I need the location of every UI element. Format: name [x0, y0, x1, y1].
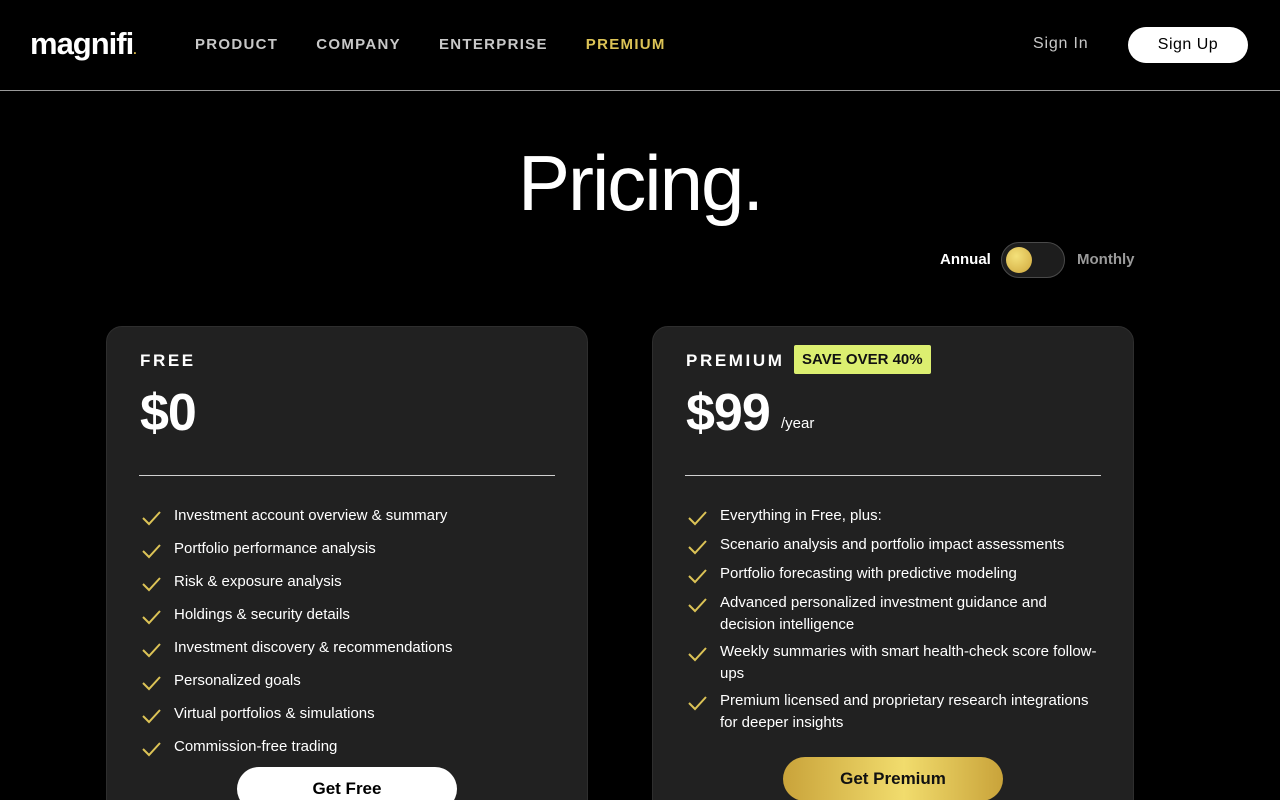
feature-item: Holdings & security details — [140, 604, 560, 628]
get-free-button[interactable]: Get Free — [237, 767, 457, 800]
feature-item: Everything in Free, plus: — [686, 505, 1106, 529]
checkmark-icon — [688, 647, 707, 662]
nav-product[interactable]: PRODUCT — [195, 36, 278, 53]
nav-premium[interactable]: PREMIUM — [586, 36, 666, 53]
checkmark-icon — [142, 709, 161, 724]
magnifi-logo[interactable]: magnifi. — [30, 26, 137, 62]
checkmark-icon — [688, 511, 707, 526]
checkmark-icon — [142, 577, 161, 592]
checkmark-icon — [688, 598, 707, 613]
checkmark-icon — [142, 742, 161, 757]
checkmark-icon — [142, 511, 161, 526]
feature-list: Investment account overview & summary Po… — [140, 505, 560, 769]
feature-item: Investment account overview & summary — [140, 505, 560, 529]
checkmark-icon — [688, 540, 707, 555]
get-premium-button[interactable]: Get Premium — [783, 757, 1003, 800]
feature-item: Risk & exposure analysis — [140, 571, 560, 595]
sign-in-link[interactable]: Sign In — [1033, 35, 1088, 53]
feature-item: Virtual portfolios & simulations — [140, 703, 560, 727]
feature-item: Commission-free trading — [140, 736, 560, 760]
billing-annual-label[interactable]: Annual — [940, 251, 991, 268]
site-header: magnifi. PRODUCT COMPANY ENTERPRISE PREM… — [0, 0, 1280, 91]
checkmark-icon — [142, 643, 161, 658]
savings-badge: SAVE OVER 40% — [794, 345, 931, 374]
divider — [139, 475, 555, 476]
toggle-knob — [1006, 247, 1032, 273]
feature-item: Premium licensed and proprietary researc… — [686, 690, 1106, 734]
plan-period: /year — [781, 415, 815, 432]
divider — [685, 475, 1101, 476]
checkmark-icon — [688, 569, 707, 584]
nav-company[interactable]: COMPANY — [316, 36, 401, 53]
page-title: Pricing. — [517, 139, 764, 227]
checkmark-icon — [142, 544, 161, 559]
feature-list: Everything in Free, plus: Scenario analy… — [686, 505, 1106, 739]
plan-name: PREMIUM — [686, 351, 785, 370]
plan-name: FREE — [140, 351, 196, 370]
billing-monthly-label[interactable]: Monthly — [1077, 251, 1135, 268]
feature-item: Personalized goals — [140, 670, 560, 694]
checkmark-icon — [142, 676, 161, 691]
feature-item: Scenario analysis and portfolio impact a… — [686, 534, 1106, 558]
feature-item: Portfolio forecasting with predictive mo… — [686, 563, 1106, 587]
feature-item: Portfolio performance analysis — [140, 538, 560, 562]
free-plan-card: FREE $0 Investment account overview & su… — [106, 326, 588, 800]
feature-item: Investment discovery & recommendations — [140, 637, 560, 661]
feature-item: Weekly summaries with smart health-check… — [686, 641, 1106, 685]
main-nav: PRODUCT COMPANY ENTERPRISE PREMIUM — [195, 36, 704, 53]
plan-price: $0 — [140, 384, 197, 442]
sign-up-button[interactable]: Sign Up — [1128, 27, 1248, 63]
nav-enterprise[interactable]: ENTERPRISE — [439, 36, 548, 53]
checkmark-icon — [688, 696, 707, 711]
billing-period-toggle[interactable] — [1001, 242, 1065, 278]
premium-plan-card: PREMIUM SAVE OVER 40% $99 /year Everythi… — [652, 326, 1134, 800]
plan-price: $99 — [686, 384, 771, 442]
feature-item: Advanced personalized investment guidanc… — [686, 592, 1106, 636]
checkmark-icon — [142, 610, 161, 625]
